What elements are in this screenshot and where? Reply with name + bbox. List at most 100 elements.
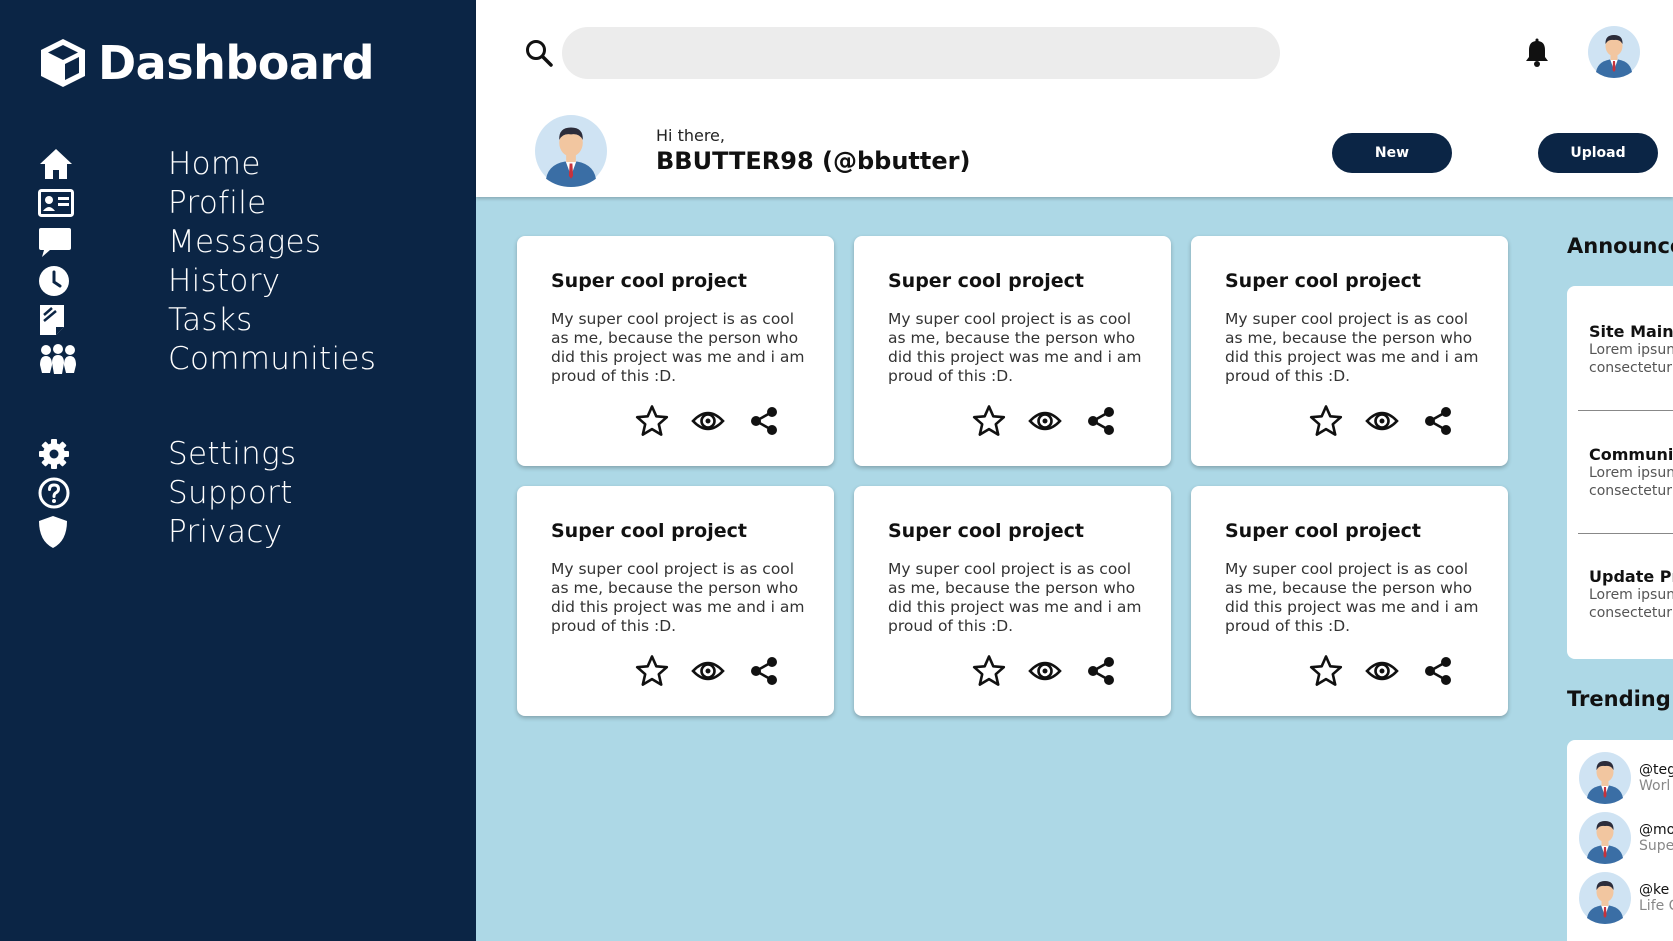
share-icon[interactable]: [1421, 404, 1455, 438]
announcements-panel: Site Maint Lorem ipsun consectetur Commu…: [1567, 286, 1673, 659]
group-icon: [38, 341, 78, 377]
trending-handle: @ke: [1639, 882, 1670, 898]
new-button[interactable]: New: [1332, 133, 1452, 173]
card-description: My super cool project is as cool as me, …: [1225, 310, 1479, 385]
trending-handle: @mo: [1639, 822, 1673, 838]
nav-item-support[interactable]: Support: [38, 473, 296, 512]
trending-handle: @teg: [1639, 762, 1673, 778]
announcements-heading: Announce: [1567, 234, 1673, 258]
project-card[interactable]: Super cool project My super cool project…: [854, 236, 1171, 466]
nav-label: Support: [168, 474, 293, 511]
nav-label: History: [168, 262, 281, 299]
chat-bubble-icon: [38, 224, 78, 260]
card-title: Super cool project: [1225, 270, 1421, 292]
greeting: Hi there,: [656, 126, 725, 145]
card-title: Super cool project: [551, 270, 747, 292]
eye-icon[interactable]: [1365, 404, 1399, 438]
eye-icon[interactable]: [1028, 404, 1062, 438]
nav-item-messages[interactable]: Messages: [38, 222, 376, 261]
brand-title: Dashboard: [98, 36, 375, 90]
nav-item-settings[interactable]: Settings: [38, 434, 296, 473]
card-title: Super cool project: [551, 520, 747, 542]
announcement-text: Lorem ipsun: [1589, 465, 1673, 481]
project-card[interactable]: Super cool project My super cool project…: [1191, 486, 1508, 716]
trending-item[interactable]: @ke Life C: [1579, 872, 1673, 924]
username: BBUTTER98 (@bbutter): [656, 147, 971, 175]
card-actions: [972, 404, 1118, 438]
eye-icon[interactable]: [1365, 654, 1399, 688]
project-card[interactable]: Super cool project My super cool project…: [517, 236, 834, 466]
divider: [1578, 410, 1673, 411]
search-input[interactable]: [562, 27, 1280, 79]
brand[interactable]: Dashboard: [38, 36, 375, 90]
nav-label: Profile: [168, 184, 267, 221]
profile-avatar[interactable]: [535, 115, 607, 187]
announcement-text: consectetur: [1589, 483, 1672, 499]
bell-icon[interactable]: [1522, 38, 1552, 68]
project-grid: Super cool project My super cool project…: [517, 236, 1508, 716]
nav-label: Communities: [168, 340, 377, 377]
nav-item-home[interactable]: Home: [38, 144, 376, 183]
trending-item[interactable]: @mo Supe: [1579, 812, 1673, 864]
star-icon[interactable]: [972, 654, 1006, 688]
id-card-icon: [38, 185, 78, 221]
nav-item-communities[interactable]: Communities: [38, 339, 376, 378]
trending-subtitle: Worl: [1639, 778, 1671, 794]
eye-icon[interactable]: [691, 654, 725, 688]
avatar: [1579, 872, 1631, 924]
shield-icon: [38, 514, 78, 550]
star-icon[interactable]: [635, 404, 669, 438]
star-icon[interactable]: [1309, 654, 1343, 688]
share-icon[interactable]: [1084, 654, 1118, 688]
nav-label: Home: [168, 145, 261, 182]
header: Hi there, BBUTTER98 (@bbutter) New Uploa…: [476, 0, 1673, 197]
card-description: My super cool project is as cool as me, …: [1225, 560, 1479, 635]
share-icon[interactable]: [747, 654, 781, 688]
share-icon[interactable]: [747, 404, 781, 438]
home-icon: [38, 146, 78, 182]
trending-panel: @teg Worl @mo Supe @ke Life: [1567, 740, 1673, 941]
trending-heading: Trending: [1567, 687, 1671, 711]
avatar: [1579, 812, 1631, 864]
project-card[interactable]: Super cool project My super cool project…: [517, 486, 834, 716]
question-circle-icon: [38, 475, 78, 511]
document-edit-icon: [38, 302, 78, 338]
gear-icon: [38, 436, 78, 472]
project-card[interactable]: Super cool project My super cool project…: [1191, 236, 1508, 466]
share-icon[interactable]: [1084, 404, 1118, 438]
avatar: [1579, 752, 1631, 804]
nav-item-profile[interactable]: Profile: [38, 183, 376, 222]
announcement-item[interactable]: Communi Lorem ipsun consectetur: [1589, 445, 1673, 500]
trending-item[interactable]: @teg Worl: [1579, 752, 1673, 804]
announcement-title: Site Maint: [1589, 322, 1673, 341]
cube-icon: [41, 39, 85, 87]
nav-item-privacy[interactable]: Privacy: [38, 512, 296, 551]
nav-item-history[interactable]: History: [38, 261, 376, 300]
right-column: Announce Site Maint Lorem ipsun consecte…: [1567, 0, 1673, 941]
trending-subtitle: Life C: [1639, 898, 1673, 914]
card-description: My super cool project is as cool as me, …: [888, 560, 1142, 635]
star-icon[interactable]: [635, 654, 669, 688]
search-icon[interactable]: [524, 38, 554, 68]
divider: [1578, 533, 1673, 534]
nav-label: Messages: [168, 223, 322, 260]
nav-label: Settings: [168, 435, 297, 472]
star-icon[interactable]: [972, 404, 1006, 438]
announcement-item[interactable]: Update Pr Lorem ipsun consectetur: [1589, 567, 1673, 622]
card-description: My super cool project is as cool as me, …: [551, 560, 805, 635]
announcement-text: consectetur: [1589, 360, 1672, 376]
card-description: My super cool project is as cool as me, …: [888, 310, 1142, 385]
announcement-title: Update Pr: [1589, 567, 1673, 586]
share-icon[interactable]: [1421, 654, 1455, 688]
eye-icon[interactable]: [1028, 654, 1062, 688]
card-title: Super cool project: [888, 270, 1084, 292]
trending-subtitle: Supe: [1639, 838, 1673, 854]
card-actions: [635, 654, 781, 688]
card-title: Super cool project: [888, 520, 1084, 542]
card-actions: [972, 654, 1118, 688]
project-card[interactable]: Super cool project My super cool project…: [854, 486, 1171, 716]
announcement-item[interactable]: Site Maint Lorem ipsun consectetur: [1589, 322, 1673, 377]
eye-icon[interactable]: [691, 404, 725, 438]
nav-item-tasks[interactable]: Tasks: [38, 300, 376, 339]
star-icon[interactable]: [1309, 404, 1343, 438]
